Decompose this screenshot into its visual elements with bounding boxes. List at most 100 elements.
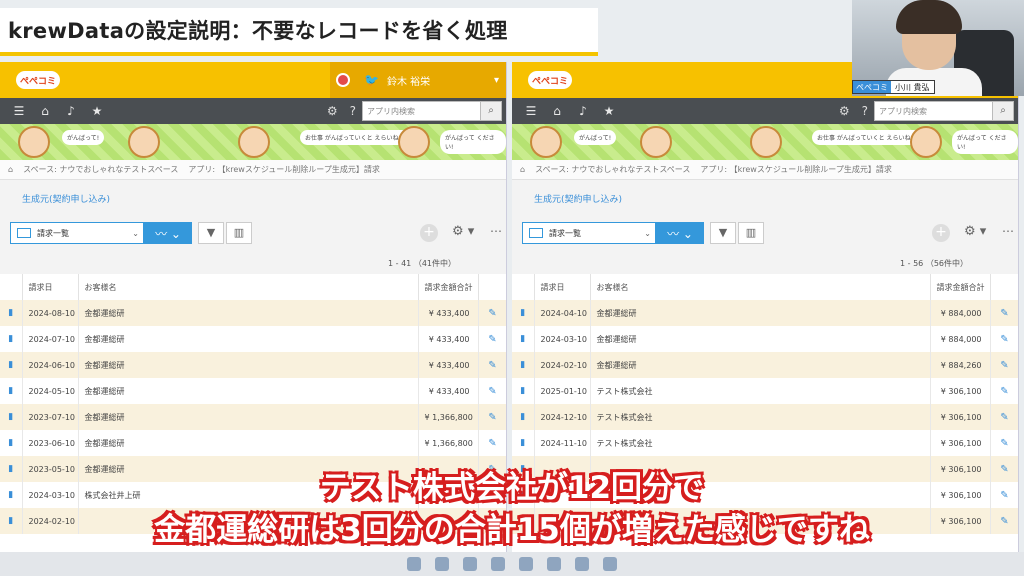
banner-bubble: がんばって! xyxy=(574,130,617,145)
character-face-image xyxy=(128,126,160,158)
bell-icon[interactable]: ♪ xyxy=(576,104,590,118)
column-header[interactable]: 請求金額合計 xyxy=(418,274,479,300)
table-row[interactable]: ▮ 2023-07-10 金都運総研 ¥ 1,366,800 ✎ xyxy=(0,404,506,430)
edit-pencil-icon[interactable]: ✎ xyxy=(478,352,506,378)
star-icon[interactable]: ★ xyxy=(602,104,616,118)
record-detail-icon[interactable]: ▮ xyxy=(512,378,535,404)
column-header[interactable]: 請求金額合計 xyxy=(930,274,991,300)
breadcrumb-space[interactable]: スペース: ナウでおしゃれなテストスペース xyxy=(23,164,178,175)
record-detail-icon[interactable]: ▮ xyxy=(0,404,23,430)
table-header-row: 請求日 お客様名 請求金額合計 xyxy=(0,274,506,300)
column-header[interactable]: 請求日 xyxy=(22,274,79,300)
record-detail-icon[interactable]: ▮ xyxy=(0,352,23,378)
table-row[interactable]: ▮ 2024-07-10 金都運総研 ¥ 433,400 ✎ xyxy=(0,326,506,352)
table-row[interactable]: ▮ 2024-08-10 金都運総研 ¥ 433,400 ✎ xyxy=(0,300,506,326)
taskbar-app-icon[interactable] xyxy=(575,557,589,571)
table-row[interactable]: ▮ 2024-04-10 金都運総研 ¥ 884,000 ✎ xyxy=(512,300,1018,326)
table-row[interactable]: ▮ 2024-12-10 テスト株式会社 ¥ 306,100 ✎ xyxy=(512,404,1018,430)
more-icon[interactable]: ⋯ xyxy=(490,224,502,238)
table-row[interactable]: ▮ 2023-06-10 金都運総研 ¥ 1,366,800 ✎ xyxy=(0,430,506,456)
record-detail-icon[interactable]: ▮ xyxy=(512,430,535,456)
filter-icon[interactable]: ▼ xyxy=(710,222,736,244)
taskbar-app-icon[interactable] xyxy=(407,557,421,571)
app-search-input[interactable]: アプリ内検索 ⌕ xyxy=(362,101,502,121)
edit-pencil-icon[interactable]: ✎ xyxy=(478,326,506,352)
column-header[interactable]: お客様名 xyxy=(78,274,419,300)
home-icon[interactable]: ⌂ xyxy=(550,104,564,118)
column-header[interactable]: 請求日 xyxy=(534,274,591,300)
app-search-input[interactable]: アプリ内検索 ⌕ xyxy=(874,101,1014,121)
edit-pencil-icon[interactable]: ✎ xyxy=(990,326,1018,352)
edit-pencil-icon[interactable]: ✎ xyxy=(478,430,506,456)
edit-pencil-icon[interactable]: ✎ xyxy=(990,352,1018,378)
app-logo[interactable]: ぺぺコミ xyxy=(16,71,60,89)
menu-icon[interactable]: ☰ xyxy=(524,104,538,118)
record-detail-icon[interactable]: ▮ xyxy=(512,300,535,326)
table-row[interactable]: ▮ 2025-01-10 テスト株式会社 ¥ 306,100 ✎ xyxy=(512,378,1018,404)
record-detail-icon[interactable]: ▮ xyxy=(0,300,23,326)
view-selector[interactable]: 請求一覧 ⌄ xyxy=(522,222,656,244)
table-row[interactable]: ▮ 2024-05-10 金都運総研 ¥ 433,400 ✎ xyxy=(0,378,506,404)
breadcrumb-space[interactable]: スペース: ナウでおしゃれなテストスペース xyxy=(535,164,690,175)
edit-pencil-icon[interactable]: ✎ xyxy=(478,378,506,404)
record-detail-icon[interactable]: ▮ xyxy=(0,326,23,352)
taskbar-app-icon[interactable] xyxy=(491,557,505,571)
user-menu[interactable]: 🐦 鈴木 裕栄 ▾ xyxy=(330,62,506,98)
decorative-banner: がんばって! お仕事 がんばっていくと えらいね。 がんばって ください! xyxy=(0,124,506,160)
search-icon[interactable]: ⌕ xyxy=(992,101,1014,121)
breadcrumb-app[interactable]: アプリ: 【krewスケジュール削除ループ生成元】請求 xyxy=(700,164,891,175)
home-icon[interactable]: ⌂ xyxy=(520,165,525,174)
app-subtitle[interactable]: 生成元(契約申し込み) xyxy=(0,180,506,216)
menu-icon[interactable]: ☰ xyxy=(12,104,26,118)
edit-pencil-icon[interactable]: ✎ xyxy=(990,300,1018,326)
help-icon[interactable]: ? xyxy=(350,104,356,118)
edit-pencil-icon[interactable]: ✎ xyxy=(990,378,1018,404)
record-detail-icon[interactable]: ▮ xyxy=(512,326,535,352)
bell-icon[interactable]: ♪ xyxy=(64,104,78,118)
search-icon[interactable]: ⌕ xyxy=(480,101,502,121)
gear-icon[interactable]: ⚙ xyxy=(327,104,338,118)
gear-icon[interactable]: ⚙ xyxy=(839,104,850,118)
taskbar-app-icon[interactable] xyxy=(435,557,449,571)
character-face-image xyxy=(750,126,782,158)
home-icon[interactable]: ⌂ xyxy=(8,165,13,174)
video-title: krewDataの設定説明：不要なレコードを省く処理 xyxy=(8,19,508,43)
chart-icon[interactable]: ▥ xyxy=(738,222,764,244)
table-row[interactable]: ▮ 2024-06-10 金都運総研 ¥ 433,400 ✎ xyxy=(0,352,506,378)
table-row[interactable]: ▮ 2024-02-10 金都運総研 ¥ 884,260 ✎ xyxy=(512,352,1018,378)
edit-pencil-icon[interactable]: ✎ xyxy=(990,430,1018,456)
chevron-down-icon: ⌄ xyxy=(644,228,651,238)
column-header[interactable]: お客様名 xyxy=(590,274,931,300)
app-logo[interactable]: ぺぺコミ xyxy=(528,71,572,89)
chart-icon[interactable]: ▥ xyxy=(226,222,252,244)
notification-dot-icon[interactable] xyxy=(336,73,350,87)
app-subtitle[interactable]: 生成元(契約申し込み) xyxy=(512,180,1018,216)
record-detail-icon[interactable]: ▮ xyxy=(0,378,23,404)
graph-button[interactable]: 〰 ⌄ xyxy=(656,222,704,244)
taskbar-app-icon[interactable] xyxy=(463,557,477,571)
filter-icon[interactable]: ▼ xyxy=(198,222,224,244)
table-row[interactable]: ▮ 2024-03-10 金都運総研 ¥ 884,000 ✎ xyxy=(512,326,1018,352)
more-icon[interactable]: ⋯ xyxy=(1002,224,1014,238)
star-icon[interactable]: ★ xyxy=(90,104,104,118)
record-detail-icon[interactable]: ▮ xyxy=(512,352,535,378)
help-icon[interactable]: ? xyxy=(862,104,868,118)
chevron-down-icon[interactable]: ▾ xyxy=(494,75,499,86)
breadcrumb-app[interactable]: アプリ: 【krewスケジュール削除ループ生成元】請求 xyxy=(188,164,379,175)
taskbar-app-icon[interactable] xyxy=(603,557,617,571)
gear-icon[interactable]: ⚙ ▾ xyxy=(964,224,986,239)
home-icon[interactable]: ⌂ xyxy=(38,104,52,118)
taskbar-app-icon[interactable] xyxy=(519,557,533,571)
table-row[interactable]: ▮ 2024-11-10 テスト株式会社 ¥ 306,100 ✎ xyxy=(512,430,1018,456)
graph-button[interactable]: 〰 ⌄ xyxy=(144,222,192,244)
view-selector[interactable]: 請求一覧 ⌄ xyxy=(10,222,144,244)
add-record-button[interactable]: + xyxy=(420,224,438,242)
edit-pencil-icon[interactable]: ✎ xyxy=(990,404,1018,430)
edit-pencil-icon[interactable]: ✎ xyxy=(478,404,506,430)
record-detail-icon[interactable]: ▮ xyxy=(512,404,535,430)
record-detail-icon[interactable]: ▮ xyxy=(0,430,23,456)
edit-pencil-icon[interactable]: ✎ xyxy=(478,300,506,326)
taskbar-app-icon[interactable] xyxy=(547,557,561,571)
add-record-button[interactable]: + xyxy=(932,224,950,242)
gear-icon[interactable]: ⚙ ▾ xyxy=(452,224,474,239)
